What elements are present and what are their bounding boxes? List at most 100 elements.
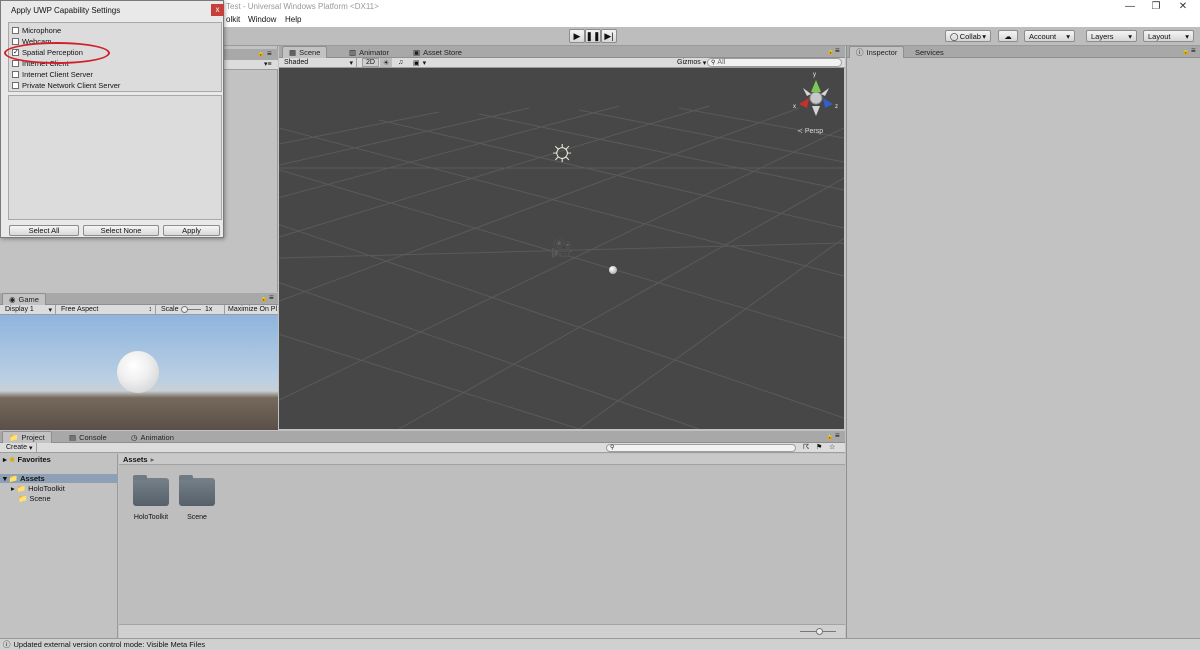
tab-asset-store-label: Asset Store bbox=[423, 47, 462, 57]
tree-item-holotoolkit[interactable]: ▸ 📁 HoloToolkit bbox=[11, 484, 65, 493]
breadcrumb: Assets ▸ bbox=[119, 454, 845, 465]
sun-icon: ☀ bbox=[383, 59, 390, 67]
tab-inspector[interactable]: ⓘ Inspector bbox=[849, 46, 905, 58]
game-sphere bbox=[117, 351, 159, 393]
layout-dropdown[interactable]: Layout ▾ bbox=[1143, 30, 1194, 42]
lock-icon[interactable]: 🔒 bbox=[1182, 48, 1189, 55]
tab-scene[interactable]: ▦ Scene bbox=[282, 46, 328, 58]
select-all-button[interactable]: Select All bbox=[9, 225, 79, 236]
lighting-toggle[interactable]: ☀ bbox=[380, 58, 393, 67]
lock-icon[interactable]: 🔒 bbox=[827, 48, 834, 55]
apply-button[interactable]: Apply bbox=[163, 225, 220, 236]
maximize-on-play-toggle[interactable]: Maximize On Pl bbox=[224, 305, 278, 314]
scene-search-placeholder: All bbox=[717, 59, 726, 66]
checkbox-internet-client-server[interactable] bbox=[12, 70, 19, 78]
apply-label: Apply bbox=[182, 226, 201, 235]
select-all-label: Select All bbox=[28, 226, 60, 235]
capability-internet-client-server[interactable]: Internet Client Server bbox=[12, 69, 93, 79]
lock-icon[interactable]: 🔒 bbox=[826, 433, 833, 440]
asset-scene[interactable]: Scene bbox=[177, 475, 217, 521]
panel-menu-icon[interactable]: ≡ bbox=[835, 431, 840, 440]
tab-console[interactable]: ▤ Console bbox=[63, 431, 113, 443]
menu-holotoolkit[interactable]: olkit bbox=[226, 15, 240, 24]
shading-mode-dropdown[interactable]: Shaded ▾ bbox=[281, 58, 357, 67]
project-tree: ▸ ★ Favorites ▾ 📁 Assets ▸ 📁 HoloToolkit… bbox=[0, 454, 118, 638]
filter-type-icon[interactable]: ☈ bbox=[803, 443, 809, 451]
hierarchy-subbar: ▾≡ bbox=[224, 60, 278, 70]
aspect-dropdown[interactable]: Free Aspect ↕ bbox=[58, 305, 156, 314]
asset-holotoolkit-label: HoloToolkit bbox=[133, 514, 169, 521]
display-dropdown[interactable]: Display 1 ▾ bbox=[2, 305, 56, 314]
filter-label-icon[interactable]: ⚑ bbox=[816, 443, 822, 451]
sphere-object[interactable] bbox=[609, 266, 617, 274]
panel-menu-icon[interactable]: ▾≡ bbox=[264, 60, 272, 68]
pause-button[interactable]: ❚❚ bbox=[585, 29, 601, 43]
chevron-right-icon: ▸ bbox=[150, 454, 155, 464]
scene-view[interactable]: ☼ 🎥 y x z ≺ Persp bbox=[279, 68, 844, 429]
checkbox-private-network[interactable] bbox=[12, 81, 19, 89]
directional-light-icon[interactable]: ☼ bbox=[545, 134, 579, 168]
favorite-star-icon[interactable]: ☆ bbox=[829, 443, 835, 451]
pause-icon: ❚❚ bbox=[585, 30, 601, 41]
icon-size-slider-thumb[interactable] bbox=[816, 628, 823, 635]
scale-slider-thumb[interactable] bbox=[181, 306, 188, 313]
account-label: Account bbox=[1029, 31, 1057, 41]
status-message[interactable]: Updated external version control mode: V… bbox=[14, 640, 206, 649]
create-dropdown[interactable]: Create ▾ bbox=[3, 443, 37, 452]
collab-dropdown[interactable]: ◯ Collab ▾ bbox=[945, 30, 991, 42]
asset-store-icon: ▣ bbox=[413, 47, 421, 57]
dialog-close-button[interactable]: x bbox=[211, 4, 224, 16]
menu-window[interactable]: Window bbox=[248, 15, 276, 24]
game-view[interactable] bbox=[0, 315, 278, 430]
folder-icon: 📁 bbox=[18, 494, 28, 503]
restore-icon[interactable]: ❐ bbox=[1141, 0, 1171, 14]
cloud-button[interactable]: ☁ bbox=[998, 30, 1018, 42]
select-none-button[interactable]: Select None bbox=[83, 225, 159, 236]
capability-microphone-label: Microphone bbox=[22, 25, 62, 35]
checkbox-webcam[interactable] bbox=[12, 37, 19, 45]
game-controller-icon: ◉ bbox=[9, 295, 16, 304]
play-button[interactable]: ▶ bbox=[569, 29, 585, 43]
layers-dropdown[interactable]: Layers ▾ bbox=[1086, 30, 1137, 42]
tree-item-scene[interactable]: 📁 Scene bbox=[18, 494, 51, 503]
panel-menu-icon[interactable]: ≡ bbox=[835, 46, 840, 55]
projection-toggle[interactable]: ≺ Persp bbox=[797, 127, 823, 136]
project-tabstrip: 📁 Project ▤ Console ◷ Animation 🔒 ≡ bbox=[0, 431, 845, 443]
inspector-panel: ⓘ Inspector Services 🔒 ≡ bbox=[846, 46, 1200, 638]
capability-private-network[interactable]: Private Network Client Server bbox=[12, 80, 120, 90]
account-dropdown[interactable]: Account ▾ bbox=[1024, 30, 1075, 42]
panel-menu-icon[interactable]: ≡ bbox=[269, 293, 274, 302]
asset-holotoolkit[interactable]: HoloToolkit bbox=[131, 475, 171, 521]
tab-game[interactable]: ◉ Game bbox=[2, 293, 46, 305]
chevron-updown-icon: ↕ bbox=[148, 306, 153, 313]
tree-item-assets[interactable]: ▾ 📁 Assets bbox=[0, 474, 118, 483]
orientation-gizmo[interactable]: y x z bbox=[793, 72, 843, 122]
console-icon: ▤ bbox=[69, 432, 77, 442]
tab-project[interactable]: 📁 Project bbox=[2, 431, 52, 443]
close-window-icon[interactable]: ✕ bbox=[1168, 0, 1198, 14]
toggle-2d-button[interactable]: 2D bbox=[362, 58, 379, 67]
tab-asset-store[interactable]: ▣ Asset Store bbox=[407, 46, 468, 58]
gizmos-dropdown[interactable]: Gizmos ▾ bbox=[674, 58, 709, 67]
capability-microphone[interactable]: Microphone bbox=[12, 25, 61, 35]
playback-controls: ▶ ❚❚ ▶| bbox=[569, 29, 617, 43]
game-tabstrip: ◉ Game 🔒 ≡ bbox=[0, 293, 278, 305]
tree-item-holotoolkit-label: HoloToolkit bbox=[28, 484, 65, 493]
panel-menu-icon[interactable]: ≡ bbox=[1191, 46, 1196, 55]
lock-icon[interactable]: 🔒 bbox=[260, 295, 267, 302]
effects-dropdown[interactable]: ▣ ▾ bbox=[410, 58, 429, 67]
checkbox-microphone[interactable] bbox=[12, 26, 19, 34]
scene-search-field[interactable]: ⚲ All bbox=[707, 58, 842, 67]
camera-icon[interactable]: 🎥 bbox=[548, 238, 576, 258]
panel-menu-icon[interactable]: ≡ bbox=[267, 49, 272, 58]
favorites-item[interactable]: ▸ ★ Favorites bbox=[3, 455, 51, 464]
menu-help[interactable]: Help bbox=[285, 15, 301, 24]
tab-animator[interactable]: ▥ Animator bbox=[343, 46, 395, 58]
tab-services[interactable]: Services bbox=[909, 46, 950, 58]
lock-icon[interactable]: 🔒 bbox=[257, 50, 264, 57]
step-button[interactable]: ▶| bbox=[601, 29, 617, 43]
audio-toggle[interactable]: ♫ bbox=[395, 58, 406, 67]
tab-animation[interactable]: ◷ Animation bbox=[125, 431, 180, 443]
project-search-field[interactable]: ⚲ bbox=[606, 444, 796, 452]
breadcrumb-assets[interactable]: Assets bbox=[123, 455, 148, 464]
